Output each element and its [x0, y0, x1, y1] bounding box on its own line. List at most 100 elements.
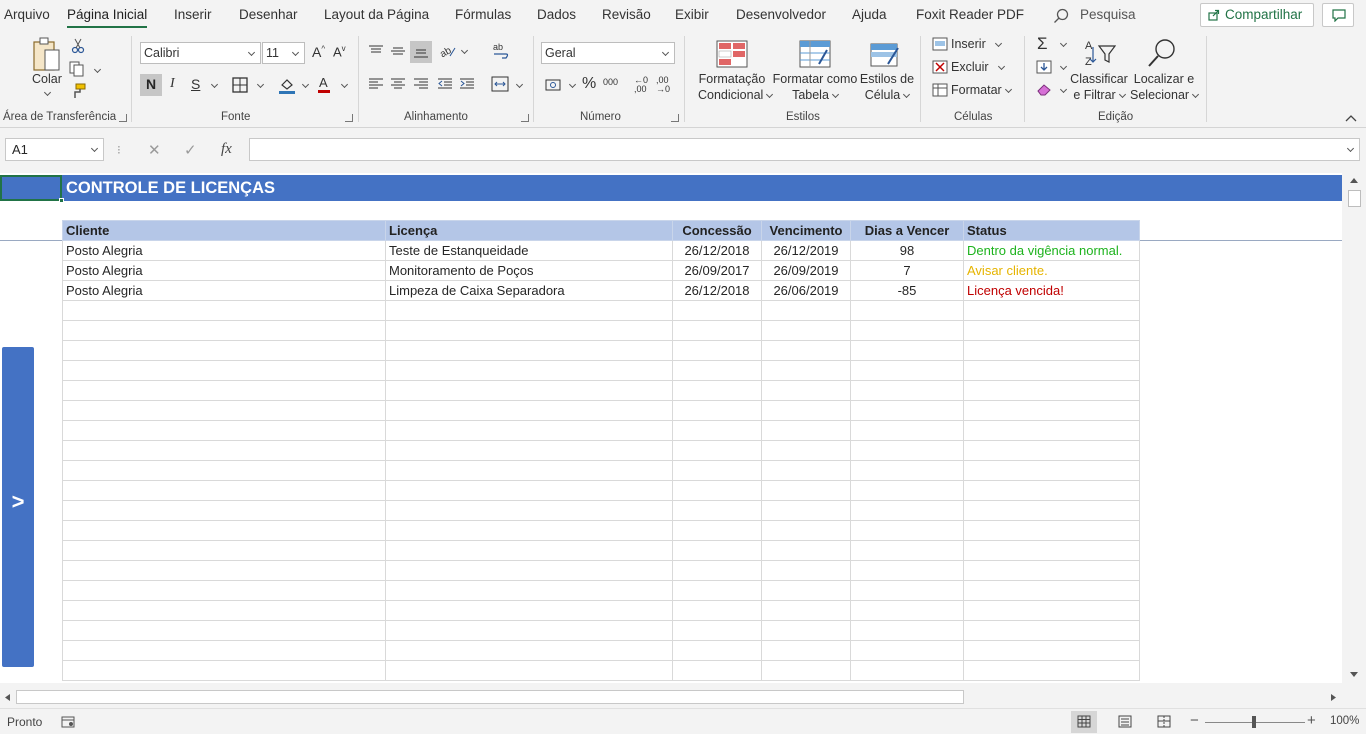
cell-dias-a-vencer[interactable]: -85 — [850, 280, 964, 301]
page-break-view-icon[interactable] — [1157, 715, 1171, 728]
shrink-font-icon[interactable]: Av — [333, 44, 346, 59]
wrap-text-icon[interactable]: ab — [492, 42, 510, 60]
empty-cell[interactable] — [761, 580, 851, 601]
empty-cell[interactable] — [850, 520, 964, 541]
empty-cell[interactable] — [62, 620, 386, 641]
cell-styles-icon[interactable] — [870, 40, 902, 68]
empty-cell[interactable] — [385, 300, 673, 321]
empty-cell[interactable] — [672, 620, 762, 641]
merge-dropdown-icon[interactable] — [515, 80, 524, 89]
bold-button[interactable]: N — [140, 74, 162, 96]
empty-cell[interactable] — [385, 640, 673, 661]
number-launcher-icon[interactable] — [671, 114, 679, 122]
empty-cell[interactable] — [850, 620, 964, 641]
format-cells-icon[interactable] — [932, 83, 948, 97]
format-dropdown-icon[interactable] — [1004, 85, 1013, 94]
empty-cell[interactable] — [385, 660, 673, 681]
empty-cell[interactable] — [62, 580, 386, 601]
active-cell[interactable] — [0, 175, 62, 201]
font-name-combo[interactable]: Calibri — [140, 42, 261, 64]
tab-revisao[interactable]: Revisão — [602, 7, 651, 22]
borders-icon[interactable] — [232, 77, 248, 93]
empty-cell[interactable] — [850, 660, 964, 681]
empty-cell[interactable] — [62, 320, 386, 341]
paste-dropdown-icon[interactable] — [43, 88, 52, 97]
comma-style-icon[interactable]: 000 — [603, 77, 618, 87]
empty-cell[interactable] — [672, 600, 762, 621]
empty-cell[interactable] — [850, 420, 964, 441]
empty-cell[interactable] — [850, 320, 964, 341]
format-painter-icon[interactable] — [70, 83, 86, 99]
empty-cell[interactable] — [672, 360, 762, 381]
percent-icon[interactable]: % — [582, 75, 596, 93]
empty-cell[interactable] — [385, 340, 673, 361]
borders-dropdown-icon[interactable] — [256, 80, 265, 89]
formula-input[interactable] — [249, 138, 1360, 161]
insert-cells-button[interactable]: Inserir — [951, 37, 986, 51]
expand-formula-icon[interactable] — [1346, 144, 1355, 153]
clipboard-launcher-icon[interactable] — [119, 114, 127, 122]
empty-cell[interactable] — [672, 520, 762, 541]
empty-cell[interactable] — [62, 400, 386, 421]
autosum-dropdown-icon[interactable] — [1059, 39, 1068, 48]
empty-cell[interactable] — [850, 300, 964, 321]
empty-cell[interactable] — [385, 440, 673, 461]
empty-cell[interactable] — [963, 420, 1140, 441]
empty-cell[interactable] — [963, 640, 1140, 661]
empty-cell[interactable] — [672, 660, 762, 681]
format-as-table-button[interactable]: Formatar como Tabela — [772, 71, 858, 103]
delete-dropdown-icon[interactable] — [997, 62, 1006, 71]
empty-cell[interactable] — [963, 600, 1140, 621]
align-left-icon[interactable] — [369, 78, 383, 90]
empty-cell[interactable] — [850, 360, 964, 381]
empty-cell[interactable] — [62, 340, 386, 361]
empty-cell[interactable] — [761, 600, 851, 621]
empty-cell[interactable] — [963, 360, 1140, 381]
conditional-formatting-icon[interactable] — [716, 40, 748, 68]
currency-icon[interactable] — [545, 78, 563, 92]
align-bottom-button[interactable] — [410, 41, 432, 63]
cell-concessao[interactable]: 26/09/2017 — [672, 260, 762, 281]
zoom-level[interactable]: 100% — [1330, 715, 1359, 727]
empty-cell[interactable] — [963, 460, 1140, 481]
format-as-table-icon[interactable] — [799, 40, 831, 68]
empty-cell[interactable] — [62, 380, 386, 401]
empty-cell[interactable] — [62, 300, 386, 321]
font-launcher-icon[interactable] — [345, 114, 353, 122]
empty-cell[interactable] — [850, 380, 964, 401]
tab-desenhar[interactable]: Desenhar — [239, 7, 298, 22]
copy-dropdown-icon[interactable] — [93, 65, 102, 74]
comments-button[interactable] — [1322, 3, 1354, 27]
empty-cell[interactable] — [850, 340, 964, 361]
empty-cell[interactable] — [62, 500, 386, 521]
insert-dropdown-icon[interactable] — [994, 39, 1003, 48]
empty-cell[interactable] — [385, 400, 673, 421]
tab-ajuda[interactable]: Ajuda — [852, 7, 887, 22]
empty-cell[interactable] — [761, 420, 851, 441]
underline-button[interactable]: S — [191, 76, 200, 92]
cancel-icon[interactable]: ✕ — [148, 141, 161, 159]
empty-cell[interactable] — [963, 580, 1140, 601]
empty-cell[interactable] — [761, 400, 851, 421]
cell-concessao[interactable]: 26/12/2018 — [672, 280, 762, 301]
empty-cell[interactable] — [385, 460, 673, 481]
empty-cell[interactable] — [850, 460, 964, 481]
horizontal-scroll-thumb[interactable] — [16, 690, 964, 704]
empty-cell[interactable] — [385, 540, 673, 561]
align-center-icon[interactable] — [391, 78, 405, 90]
scroll-down-icon[interactable] — [1349, 671, 1359, 678]
empty-cell[interactable] — [963, 520, 1140, 541]
column-header-status[interactable]: Status — [963, 220, 1140, 241]
cell-cliente[interactable]: Posto Alegria — [62, 280, 386, 301]
delete-cells-button[interactable]: Excluir — [951, 60, 989, 74]
empty-cell[interactable] — [385, 500, 673, 521]
tab-arquivo[interactable]: Arquivo — [4, 7, 50, 22]
empty-cell[interactable] — [850, 640, 964, 661]
empty-cell[interactable] — [761, 560, 851, 581]
cell-vencimento[interactable]: 26/12/2019 — [761, 240, 851, 261]
empty-cell[interactable] — [385, 620, 673, 641]
zoom-out-icon[interactable]: − — [1190, 712, 1199, 729]
empty-cell[interactable] — [62, 540, 386, 561]
side-nav-button[interactable]: > — [2, 347, 34, 667]
enter-icon[interactable]: ✓ — [184, 141, 197, 159]
